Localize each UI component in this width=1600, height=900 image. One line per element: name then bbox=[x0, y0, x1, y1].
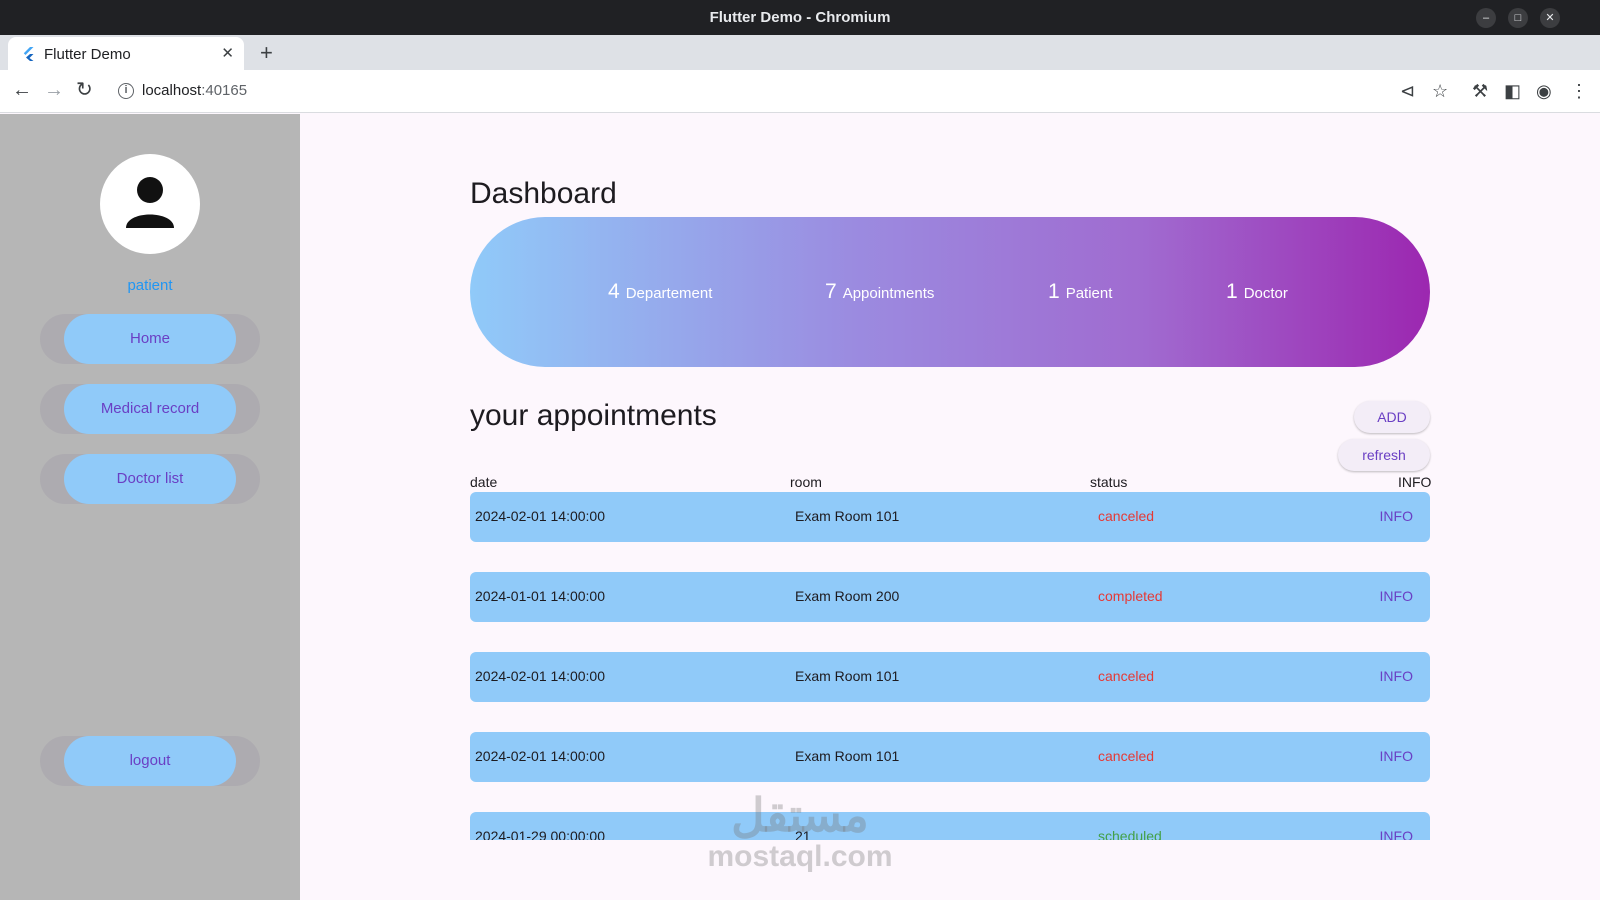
home-button[interactable]: Home bbox=[64, 314, 236, 364]
window-title: Flutter Demo - Chromium bbox=[709, 9, 891, 26]
close-window-icon[interactable]: ✕ bbox=[1540, 8, 1560, 28]
stat-value: 4 bbox=[608, 280, 620, 303]
appointment-status: completed bbox=[1098, 588, 1163, 604]
appointment-room: Exam Room 101 bbox=[795, 748, 900, 764]
url-host: localhost bbox=[142, 82, 202, 99]
info-button[interactable]: INFO bbox=[1380, 508, 1413, 524]
appointments-title: your appointments bbox=[470, 399, 717, 432]
tab-title: Flutter Demo bbox=[44, 46, 131, 63]
watermark-latin: mostaql.com bbox=[707, 840, 893, 873]
url-text: localhost:40165 bbox=[142, 82, 247, 99]
appointments-list: 2024-02-01 14:00:00 Exam Room 101 cancel… bbox=[470, 492, 1430, 840]
add-appointment-button[interactable]: ADD bbox=[1354, 401, 1430, 433]
profile-icon[interactable]: ◉ bbox=[1536, 80, 1552, 102]
appointment-row[interactable]: 2024-02-01 14:00:00 Exam Room 101 cancel… bbox=[470, 652, 1430, 702]
appointment-date: 2024-02-01 14:00:00 bbox=[475, 508, 605, 524]
column-header-date: date bbox=[470, 474, 498, 490]
reload-icon[interactable]: ↻ bbox=[76, 79, 93, 101]
column-header-info: INFO bbox=[1398, 474, 1432, 490]
column-header-room: room bbox=[790, 474, 822, 490]
appointment-date: 2024-01-29 00:00:00 bbox=[475, 828, 605, 840]
tab-strip: Flutter Demo ✕ ⌄ bbox=[0, 35, 1600, 94]
nav-logout-wrapper: logout bbox=[40, 736, 260, 786]
stat-value: 1 bbox=[1048, 280, 1060, 303]
stat-value: 7 bbox=[825, 280, 837, 303]
back-arrow-icon[interactable]: ← bbox=[12, 79, 32, 101]
address-bar[interactable]: i localhost:40165 bbox=[110, 75, 1430, 107]
appointment-row[interactable]: 2024-02-01 14:00:00 Exam Room 101 cancel… bbox=[470, 492, 1430, 542]
appointment-room: Exam Room 200 bbox=[795, 588, 900, 604]
doctor-list-button[interactable]: Doctor list bbox=[64, 454, 236, 504]
new-tab-plus-icon[interactable]: + bbox=[260, 40, 273, 66]
minimize-icon[interactable]: – bbox=[1476, 8, 1496, 28]
stat-patient: 1 Patient bbox=[1048, 280, 1112, 304]
url-port: :40165 bbox=[201, 82, 248, 99]
stat-label: Doctor bbox=[1243, 285, 1288, 302]
avatar bbox=[100, 154, 200, 254]
forward-arrow-icon[interactable]: → bbox=[44, 79, 64, 101]
appointment-date: 2024-02-01 14:00:00 bbox=[475, 748, 605, 764]
appointment-row[interactable]: 2024-02-01 14:00:00 Exam Room 101 cancel… bbox=[470, 732, 1430, 782]
browser-toolbar: ← → ↻ i localhost:40165 ⊲ ☆ ⚒ ◧ ◉ ⋮ bbox=[0, 70, 1600, 113]
bookmark-star-icon[interactable]: ☆ bbox=[1432, 80, 1448, 102]
column-header-status: status bbox=[1090, 474, 1128, 490]
stats-banner: 4 Departement 7 Appointments 1 Patient 1 Doc… bbox=[470, 217, 1430, 367]
medical-record-button[interactable]: Medical record bbox=[64, 384, 236, 434]
sidebar: patient Home Medical record Doctor list … bbox=[0, 114, 300, 900]
tab-close-icon[interactable]: ✕ bbox=[221, 44, 234, 62]
flutter-icon bbox=[23, 47, 34, 61]
info-button[interactable]: INFO bbox=[1380, 748, 1413, 764]
side-panel-icon[interactable]: ◧ bbox=[1504, 80, 1521, 102]
browser-tab[interactable]: Flutter Demo ✕ bbox=[8, 37, 244, 70]
info-button[interactable]: INFO bbox=[1380, 828, 1413, 840]
refresh-button[interactable]: refresh bbox=[1338, 439, 1430, 471]
nav-home-wrapper: Home bbox=[40, 314, 260, 364]
stat-label: Appointments bbox=[842, 285, 935, 302]
stat-value: 1 bbox=[1226, 280, 1238, 303]
watermark-arabic: مستقل bbox=[731, 789, 869, 841]
nav-doctor-list-wrapper: Doctor list bbox=[40, 454, 260, 504]
extension-icon[interactable]: ⚒ bbox=[1472, 80, 1488, 102]
appointment-room: Exam Room 101 bbox=[795, 668, 900, 684]
appointment-status: canceled bbox=[1098, 508, 1155, 524]
share-icon[interactable]: ⊲ bbox=[1400, 80, 1415, 102]
appointment-row[interactable]: 2024-01-29 00:00:00 21 scheduled INFO bbox=[470, 812, 1430, 840]
logout-button[interactable]: logout bbox=[64, 736, 236, 786]
more-menu-icon[interactable]: ⋮ bbox=[1570, 80, 1588, 102]
appointment-room: Exam Room 101 bbox=[795, 508, 900, 524]
nav-medical-record-wrapper: Medical record bbox=[40, 384, 260, 434]
info-button[interactable]: INFO bbox=[1380, 588, 1413, 604]
appointment-status: canceled bbox=[1098, 748, 1155, 764]
appointment-row[interactable]: 2024-01-01 14:00:00 Exam Room 200 comple… bbox=[470, 572, 1430, 622]
stat-doctor: 1 Doctor bbox=[1226, 280, 1288, 304]
user-role-label: patient bbox=[127, 277, 173, 294]
stat-departement: 4 Departement bbox=[608, 280, 712, 304]
stat-label: Departement bbox=[625, 285, 713, 302]
info-button[interactable]: INFO bbox=[1380, 668, 1413, 684]
appointment-status: scheduled bbox=[1098, 828, 1162, 840]
dashboard-title: Dashboard bbox=[470, 177, 617, 210]
maximize-icon[interactable]: □ bbox=[1508, 8, 1528, 28]
watermark: مستقل mostaql.com bbox=[700, 790, 900, 874]
stat-label: Patient bbox=[1065, 285, 1113, 302]
stat-appointments: 7 Appointments bbox=[825, 280, 934, 304]
site-info-icon[interactable]: i bbox=[118, 83, 134, 99]
window-titlebar: Flutter Demo - Chromium – □ ✕ bbox=[0, 0, 1600, 35]
appointment-status: canceled bbox=[1098, 668, 1155, 684]
person-icon bbox=[126, 177, 174, 228]
appointment-date: 2024-02-01 14:00:00 bbox=[475, 668, 605, 684]
appointment-date: 2024-01-01 14:00:00 bbox=[475, 588, 605, 604]
main-content: Dashboard 4 Departement 7 Appointments 1 Pa… bbox=[300, 114, 1600, 900]
